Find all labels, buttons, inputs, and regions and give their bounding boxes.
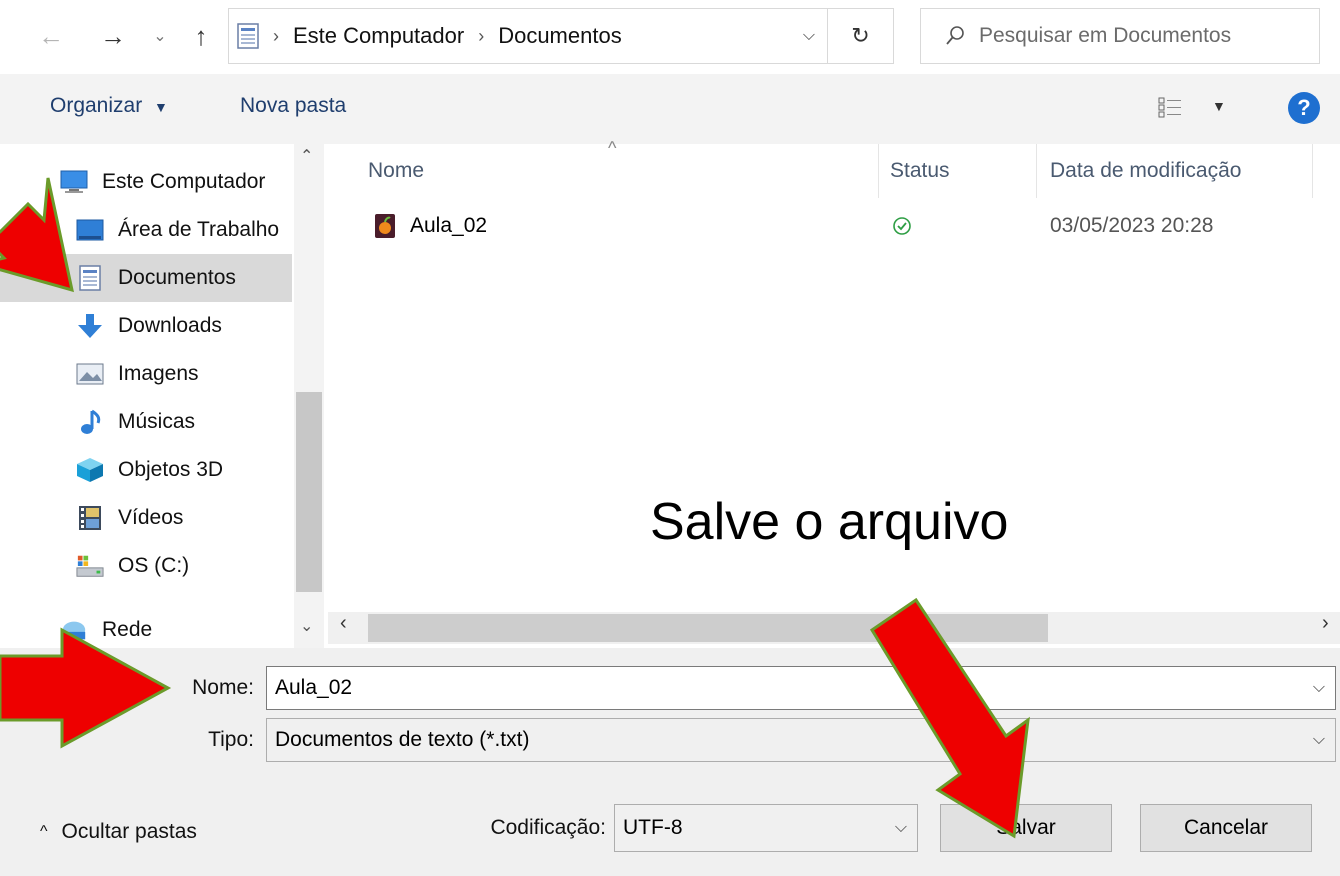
sidebar-item-label: Documentos [118, 266, 236, 289]
column-header-status[interactable]: Status [890, 150, 1030, 192]
view-options-icon[interactable] [1158, 96, 1182, 123]
encoding-value: UTF-8 [623, 816, 683, 839]
network-icon [60, 618, 88, 642]
sidebar-item-label: Rede [102, 618, 153, 641]
hide-folders-toggle[interactable]: ^ Ocultar pastas [40, 820, 197, 844]
sidebar-item-label: OS (C:) [118, 554, 190, 577]
back-arrow-icon[interactable]: ← [36, 18, 66, 54]
documents-icon [76, 265, 104, 291]
file-type-dropdown-chevron-icon[interactable]: ⌵ [1313, 731, 1325, 749]
hide-folders-label: Ocultar pastas [61, 820, 197, 843]
pictures-icon [76, 362, 104, 386]
breadcrumb-separator-icon: › [478, 25, 485, 46]
sidebar-item-label: Músicas [118, 410, 196, 433]
download-arrow-icon [76, 314, 104, 338]
drive-icon [76, 554, 104, 578]
computer-icon [60, 170, 88, 194]
synced-check-icon [892, 208, 912, 244]
3d-cube-icon [76, 458, 104, 482]
scroll-right-chevron-icon[interactable]: › [1322, 612, 1329, 635]
file-type-select[interactable]: Documentos de texto (*.txt) ⌵ [266, 718, 1336, 762]
sidebar-item-os-c[interactable]: OS (C:) [0, 542, 292, 590]
recent-locations-chevron-icon[interactable]: ⌄ [145, 18, 175, 54]
address-dropdown-chevron-icon[interactable]: ⌵ [803, 27, 815, 45]
column-header-nome[interactable]: Nome [368, 150, 874, 192]
sidebar-item-videos[interactable]: Vídeos [0, 494, 292, 542]
forward-arrow-icon[interactable]: → [98, 18, 128, 54]
column-divider[interactable] [1312, 144, 1313, 198]
command-toolbar [0, 74, 1340, 144]
tutorial-caption: Salve o arquivo [650, 493, 1009, 551]
address-bar[interactable]: › Este Computador › Documentos ⌵ [228, 8, 828, 64]
help-icon[interactable]: ? [1288, 92, 1320, 124]
search-icon [945, 25, 965, 47]
scroll-up-chevron-icon[interactable]: ⌃ [300, 146, 313, 166]
file-name-cell[interactable]: Aula_02 [374, 208, 487, 244]
scroll-left-chevron-icon[interactable]: ‹ [340, 612, 347, 635]
text-file-icon [374, 213, 396, 239]
sidebar-item-label: Vídeos [118, 506, 184, 529]
documents-folder-icon [237, 23, 259, 49]
refresh-icon[interactable]: ↻ [828, 8, 894, 64]
view-dropdown-caret-icon[interactable]: ▼ [1212, 98, 1226, 114]
navigation-scrollbar-thumb[interactable] [296, 392, 322, 592]
file-type-label: Tipo: [208, 728, 254, 751]
breadcrumb-separator-icon: › [273, 25, 279, 46]
sidebar-item-documentos[interactable]: Documentos [0, 254, 292, 302]
organize-button[interactable]: Organizar ▼ [50, 94, 168, 118]
sidebar-item-este-computador[interactable]: Este Computador [0, 158, 292, 206]
file-modified-cell: 03/05/2023 20:28 [1050, 214, 1214, 237]
search-input[interactable] [979, 24, 1299, 48]
file-name-text: Aula_02 [410, 214, 488, 237]
sidebar-item-area-de-trabalho[interactable]: Área de Trabalho [0, 206, 292, 254]
breadcrumb-este-computador[interactable]: Este Computador [293, 23, 464, 49]
sidebar-item-label: Área de Trabalho [118, 218, 280, 241]
column-divider[interactable] [1036, 144, 1037, 198]
column-divider[interactable] [878, 144, 879, 198]
sidebar-item-label: Downloads [118, 314, 222, 337]
scroll-down-chevron-icon[interactable]: ⌄ [300, 616, 313, 636]
file-name-dropdown-chevron-icon[interactable]: ⌵ [1313, 679, 1325, 697]
sidebar-item-downloads[interactable]: Downloads [0, 302, 292, 350]
encoding-label: Codificação: [490, 816, 606, 839]
encoding-select[interactable]: UTF-8 ⌵ [614, 804, 918, 852]
encoding-dropdown-chevron-icon[interactable]: ⌵ [895, 819, 907, 837]
file-name-field[interactable]: Aula_02 ⌵ [266, 666, 1336, 710]
new-folder-button[interactable]: Nova pasta [240, 94, 346, 118]
sidebar-item-rede[interactable]: Rede [0, 606, 292, 654]
up-arrow-icon[interactable]: ↑ [186, 18, 216, 54]
file-name-value: Aula_02 [275, 676, 353, 699]
organize-label: Organizar [50, 94, 143, 117]
chevron-up-icon: ^ [40, 823, 48, 840]
music-note-icon [76, 409, 104, 434]
save-button[interactable]: Salvar [940, 804, 1112, 852]
film-icon [76, 506, 104, 530]
sidebar-item-musicas[interactable]: Músicas [0, 398, 292, 446]
cancel-button[interactable]: Cancelar [1140, 804, 1312, 852]
file-name-label: Nome: [192, 676, 254, 699]
horizontal-scrollbar-thumb[interactable] [368, 614, 1048, 642]
sidebar-item-imagens[interactable]: Imagens [0, 350, 292, 398]
breadcrumb-documentos[interactable]: Documentos [498, 23, 622, 49]
sidebar-item-label: Objetos 3D [118, 458, 224, 481]
column-header-data-de-modificacao[interactable]: Data de modificação [1050, 150, 1320, 192]
sidebar-item-objetos-3d[interactable]: Objetos 3D [0, 446, 292, 494]
sidebar-item-label: Este Computador [102, 170, 266, 193]
sidebar-item-label: Imagens [118, 362, 199, 385]
search-box[interactable] [920, 8, 1320, 64]
desktop-icon [76, 218, 104, 242]
file-type-value: Documentos de texto (*.txt) [275, 728, 530, 751]
caret-down-icon: ▼ [154, 99, 168, 115]
